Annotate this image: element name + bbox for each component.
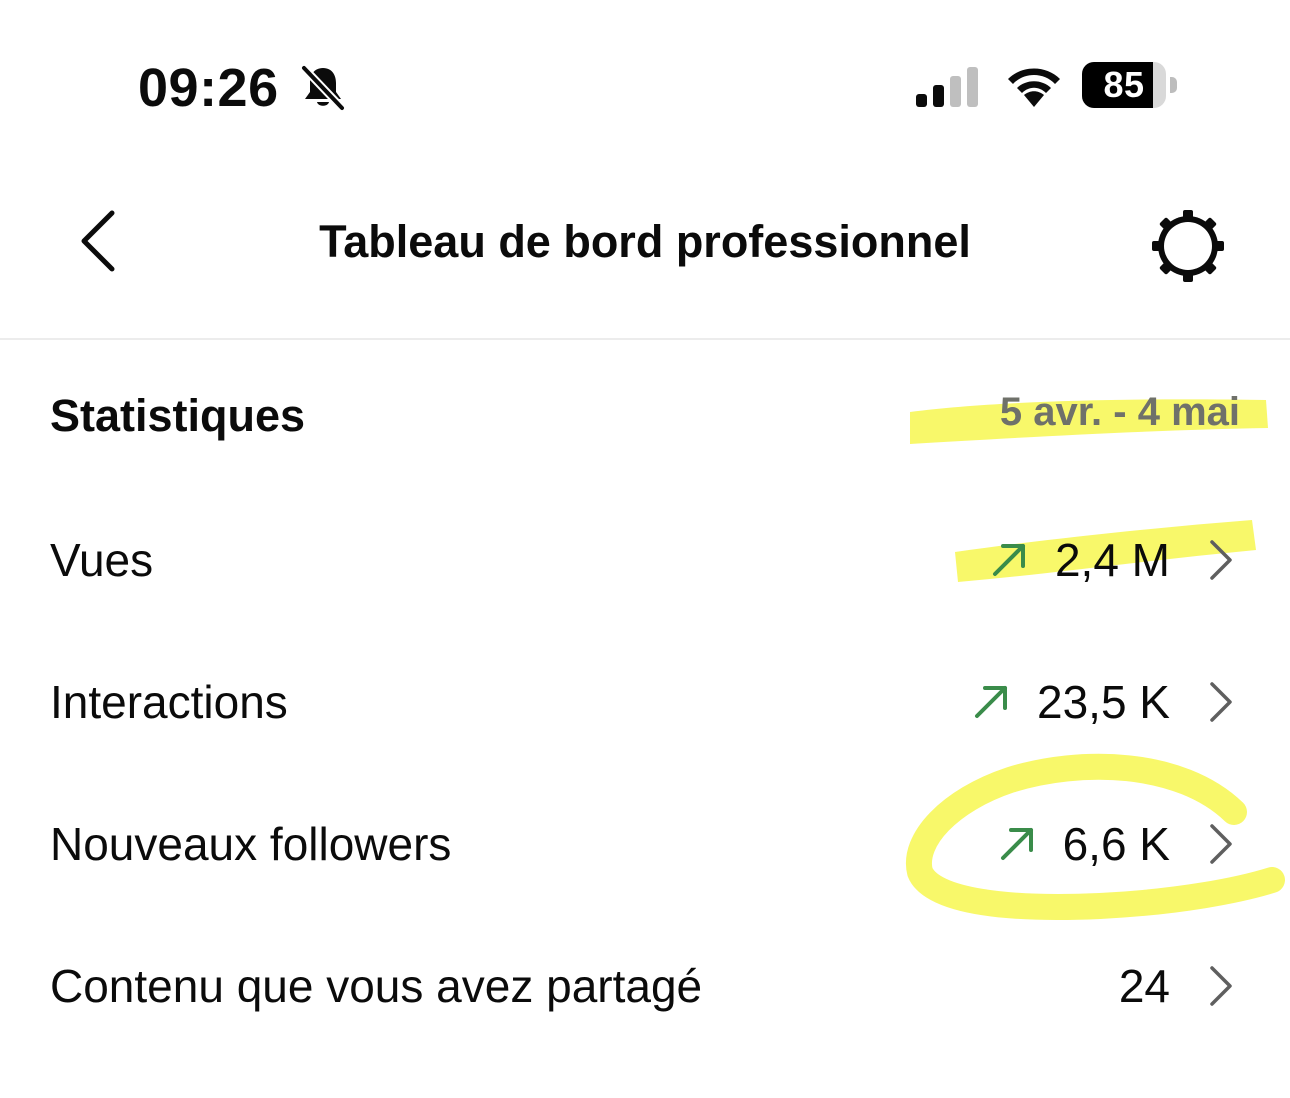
chevron-right-icon — [1210, 682, 1232, 722]
stat-label: Interactions — [50, 676, 288, 728]
stat-row-new-followers[interactable]: Nouveaux followers 6,6 K — [0, 804, 1290, 884]
stat-value: 6,6 K — [1062, 818, 1170, 870]
battery-icon: 85 — [1082, 62, 1180, 110]
trend-up-icon — [992, 544, 1025, 576]
status-bar: 09:26 85 — [0, 0, 1290, 170]
status-time: 09:26 — [138, 58, 279, 118]
wifi-icon — [1008, 68, 1060, 107]
date-range[interactable]: 5 avr. - 4 mai — [1000, 386, 1240, 438]
page-title: Tableau de bord professionnel — [319, 216, 971, 267]
stat-value: 24 — [1118, 960, 1170, 1012]
chevron-right-icon — [1210, 824, 1232, 864]
battery-level: 85 — [1103, 64, 1145, 105]
stat-label: Vues — [50, 534, 154, 586]
stat-row-views[interactable]: Vues 2,4 M — [0, 520, 1290, 600]
bell-slash-icon — [301, 65, 345, 111]
section-title: Statistiques — [50, 390, 306, 441]
stat-label: Contenu que vous avez partagé — [50, 960, 703, 1012]
settings-gear-icon[interactable] — [1150, 208, 1226, 284]
header: Tableau de bord professionnel — [0, 170, 1290, 340]
trend-up-icon — [975, 686, 1007, 718]
signal-icon — [916, 67, 978, 107]
stat-value: 2,4 M — [1054, 534, 1170, 586]
stat-row-shared-content[interactable]: Contenu que vous avez partagé 24 — [0, 946, 1290, 1026]
stat-value: 23,5 K — [1037, 676, 1170, 728]
chevron-right-icon — [1210, 540, 1232, 580]
trend-up-icon — [1000, 828, 1033, 860]
battery-cap — [1170, 77, 1177, 93]
battery-body: 85 — [1082, 62, 1166, 108]
stat-label: Nouveaux followers — [50, 818, 452, 870]
stat-row-interactions[interactable]: Interactions 23,5 K — [0, 662, 1290, 742]
chevron-right-icon — [1210, 966, 1232, 1006]
